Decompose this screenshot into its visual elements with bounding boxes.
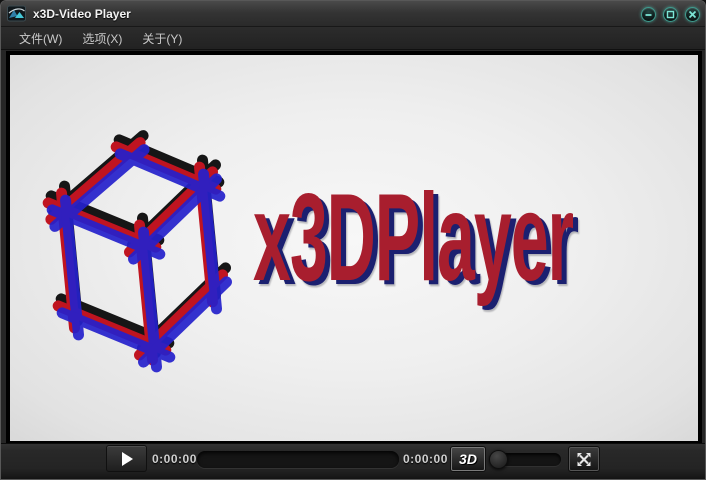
close-button[interactable] — [685, 7, 700, 22]
minimize-icon — [645, 14, 652, 16]
video-frame: x3DPlayer — [6, 51, 702, 445]
play-button[interactable] — [106, 445, 147, 472]
title-bar[interactable]: x3D-Video Player — [1, 1, 705, 27]
menu-item-file[interactable]: 文件(W) — [9, 27, 72, 50]
minimize-button[interactable] — [641, 7, 656, 22]
window-title: x3D-Video Player — [33, 6, 131, 21]
menu-item-options[interactable]: 选项(X) — [72, 27, 132, 50]
fullscreen-icon — [577, 452, 591, 466]
window-controls — [641, 7, 700, 22]
logo-wordmark: x3DPlayer — [253, 169, 574, 307]
control-bar: 0:00:00 0:00:00 3D — [1, 443, 705, 479]
volume-knob[interactable] — [489, 450, 508, 469]
fullscreen-button[interactable] — [568, 446, 600, 472]
total-time: 0:00:00 — [403, 452, 448, 466]
menu-item-about[interactable]: 关于(Y) — [132, 27, 192, 50]
seek-bar[interactable] — [197, 451, 399, 468]
3d-mode-button[interactable]: 3D — [450, 446, 486, 472]
menu-bar: 文件(W) 选项(X) 关于(Y) — [1, 27, 705, 50]
play-icon — [121, 451, 133, 466]
maximize-icon — [666, 10, 675, 19]
app-window: x3D-Video Player 文件(W) 选项(X) 关于(Y) x3DPl… — [0, 0, 706, 480]
app-icon — [7, 5, 26, 22]
elapsed-time: 0:00:00 — [152, 452, 197, 466]
maximize-button[interactable] — [663, 7, 678, 22]
close-icon — [688, 10, 697, 19]
video-screen[interactable]: x3DPlayer — [10, 55, 698, 441]
